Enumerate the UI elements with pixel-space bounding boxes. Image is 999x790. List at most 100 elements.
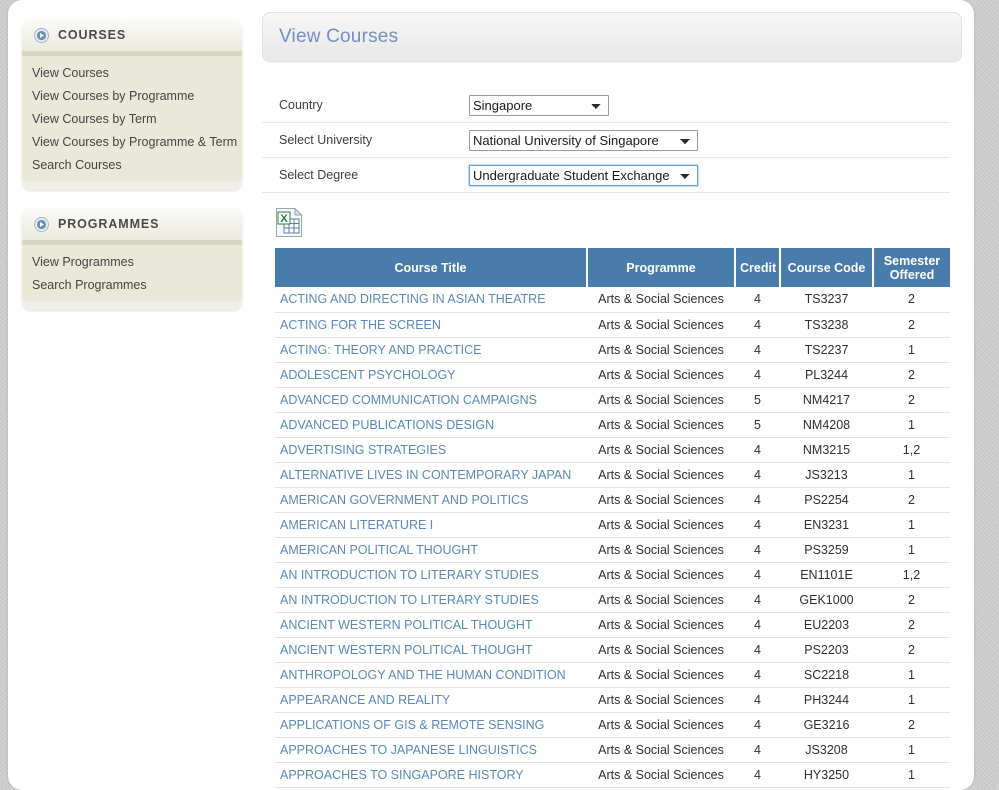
cell-course-title[interactable]: ACTING AND DIRECTING IN ASIAN THEATRE (275, 287, 587, 313)
cell-programme: Arts & Social Sciences (587, 562, 735, 588)
table-row: APPEARANCE AND REALITY Arts & Social Scie… (275, 687, 950, 713)
sidebar-panel-programmes: PROGRAMMES View Programmes Search Progra… (22, 208, 242, 310)
cell-programme: Arts & Social Sciences (587, 387, 735, 413)
cell-course-code: TS2237 (780, 337, 873, 363)
cell-credit: 5 (735, 412, 780, 438)
cell-course-title[interactable]: ADVANCED COMMUNICATION CAMPAIGNS (275, 387, 587, 413)
cell-course-title[interactable]: ADVANCED PUBLICATIONS DESIGN (275, 412, 587, 438)
cell-course-code: NM4208 (780, 412, 873, 438)
cell-credit: 4 (735, 487, 780, 513)
cell-programme: Arts & Social Sciences (587, 737, 735, 763)
cell-semester-offered: 1 (873, 737, 950, 763)
column-header-course-code[interactable]: Course Code (780, 248, 874, 287)
country-label: Country (279, 98, 323, 112)
cell-credit: 4 (735, 562, 780, 588)
cell-credit: 4 (735, 712, 780, 738)
degree-select[interactable]: Undergraduate Student Exchange (469, 164, 698, 186)
cell-semester-offered: 1 (873, 662, 950, 688)
cell-course-code: PS2203 (780, 637, 873, 663)
cell-course-title[interactable]: APPEARANCE AND REALITY (275, 687, 587, 713)
cell-course-code: JS3213 (780, 462, 873, 488)
cell-course-code: HY3250 (780, 762, 873, 788)
cell-course-title[interactable]: APPROACHES TO SINGAPORE HISTORY (275, 762, 587, 788)
form-row-country: Country Singapore (262, 88, 950, 123)
cell-credit: 4 (735, 462, 780, 488)
cell-credit: 4 (735, 737, 780, 763)
courses-table-wrapper: Course Title Programme Credit Course Cod… (262, 248, 962, 788)
cell-programme: Arts & Social Sciences (587, 462, 735, 488)
cell-course-title[interactable]: APPROACHES TO JAPANESE LINGUISTICS (275, 737, 587, 763)
cell-course-title[interactable]: ANCIENT WESTERN POLITICAL THOUGHT (275, 612, 587, 638)
courses-table-body: ACTING AND DIRECTING IN ASIAN THEATRE Art… (275, 287, 950, 788)
table-row: APPROACHES TO SINGAPORE HISTORY Arts & So… (275, 762, 950, 788)
sidebar-item-view-courses-by-programme[interactable]: View Courses by Programme (22, 85, 242, 108)
cell-course-title[interactable]: AN INTRODUCTION TO LITERARY STUDIES (275, 562, 587, 588)
degree-label: Select Degree (279, 168, 359, 182)
svg-text:X: X (280, 213, 288, 225)
courses-table-head: Course Title Programme Credit Course Cod… (275, 248, 950, 287)
cell-course-title[interactable]: ADVERTISING STRATEGIES (275, 437, 587, 463)
sidebar-item-view-courses[interactable]: View Courses (22, 62, 242, 85)
university-select[interactable]: National University of Singapore (469, 129, 698, 151)
cell-course-title[interactable]: ACTING: THEORY AND PRACTICE (275, 337, 587, 363)
cell-course-code: GEK1000 (780, 587, 873, 613)
cell-semester-offered: 2 (873, 712, 950, 738)
sidebar-item-view-courses-by-term[interactable]: View Courses by Term (22, 108, 242, 131)
excel-export-icon[interactable]: X (275, 207, 303, 238)
sidebar-panel-programmes-header: PROGRAMMES (22, 208, 242, 245)
cell-course-title[interactable]: AMERICAN POLITICAL THOUGHT (275, 537, 587, 563)
cell-course-code: TS3237 (780, 287, 873, 313)
play-circle-icon (34, 27, 49, 43)
column-header-programme[interactable]: Programme (587, 248, 736, 287)
cell-course-title[interactable]: ALTERNATIVE LIVES IN CONTEMPORARY JAPAN (275, 462, 587, 488)
cell-programme: Arts & Social Sciences (587, 487, 735, 513)
cell-semester-offered: 1,2 (873, 562, 950, 588)
cell-course-code: JS3208 (780, 737, 873, 763)
table-row: ACTING AND DIRECTING IN ASIAN THEATRE Art… (275, 287, 950, 313)
sidebar-item-view-programmes[interactable]: View Programmes (22, 251, 242, 274)
country-select[interactable]: Singapore (469, 94, 609, 116)
cell-credit: 4 (735, 537, 780, 563)
cell-semester-offered: 2 (873, 387, 950, 413)
cell-credit: 4 (735, 362, 780, 388)
sidebar-item-view-courses-by-programme-term[interactable]: View Courses by Programme & Term (22, 131, 242, 154)
cell-course-title[interactable]: AMERICAN LITERATURE I (275, 512, 587, 538)
cell-course-title[interactable]: ADOLESCENT PSYCHOLOGY (275, 362, 587, 388)
cell-course-title[interactable]: AN INTRODUCTION TO LITERARY STUDIES (275, 587, 587, 613)
cell-course-code: PS3259 (780, 537, 873, 563)
cell-course-title[interactable]: ACTING FOR THE SCREEN (275, 312, 587, 338)
table-row: ALTERNATIVE LIVES IN CONTEMPORARY JAPAN A… (275, 462, 950, 488)
cell-semester-offered: 2 (873, 362, 950, 388)
cell-course-title[interactable]: AMERICAN GOVERNMENT AND POLITICS (275, 487, 587, 513)
table-row: ANCIENT WESTERN POLITICAL THOUGHT Arts & … (275, 637, 950, 663)
table-row: AN INTRODUCTION TO LITERARY STUDIES Arts … (275, 587, 950, 613)
courses-table: Course Title Programme Credit Course Cod… (275, 248, 950, 788)
cell-course-title[interactable]: ANTHROPOLOGY AND THE HUMAN CONDITION (275, 662, 587, 688)
column-header-semester-offered[interactable]: Semester Offered (873, 248, 950, 287)
cell-programme: Arts & Social Sciences (587, 712, 735, 738)
cell-semester-offered: 2 (873, 312, 950, 338)
form-row-degree: Select Degree Undergraduate Student Exch… (262, 158, 950, 193)
cell-programme: Arts & Social Sciences (587, 512, 735, 538)
cell-course-title[interactable]: APPLICATIONS OF GIS & REMOTE SENSING (275, 712, 587, 738)
cell-course-title[interactable]: ANCIENT WESTERN POLITICAL THOUGHT (275, 637, 587, 663)
table-header-row: Course Title Programme Credit Course Cod… (275, 248, 950, 287)
sidebar-item-search-programmes[interactable]: Search Programmes (22, 274, 242, 297)
column-header-course-title[interactable]: Course Title (275, 248, 588, 287)
cell-semester-offered: 1 (873, 762, 950, 788)
sidebar-item-search-courses[interactable]: Search Courses (22, 154, 242, 177)
sidebar-panel-programmes-body: View Programmes Search Programmes (22, 245, 242, 301)
cell-programme: Arts & Social Sciences (587, 312, 735, 338)
cell-credit: 5 (735, 387, 780, 413)
cell-course-code: TS3238 (780, 312, 873, 338)
column-header-credit[interactable]: Credit (735, 248, 781, 287)
cell-semester-offered: 1,2 (873, 437, 950, 463)
cell-semester-offered: 2 (873, 612, 950, 638)
page-title-bar: View Courses (262, 12, 962, 62)
cell-course-code: NM4217 (780, 387, 873, 413)
cell-course-code: PS2254 (780, 487, 873, 513)
cell-semester-offered: 1 (873, 462, 950, 488)
cell-programme: Arts & Social Sciences (587, 412, 735, 438)
table-row: AN INTRODUCTION TO LITERARY STUDIES Arts … (275, 562, 950, 588)
cell-semester-offered: 1 (873, 687, 950, 713)
